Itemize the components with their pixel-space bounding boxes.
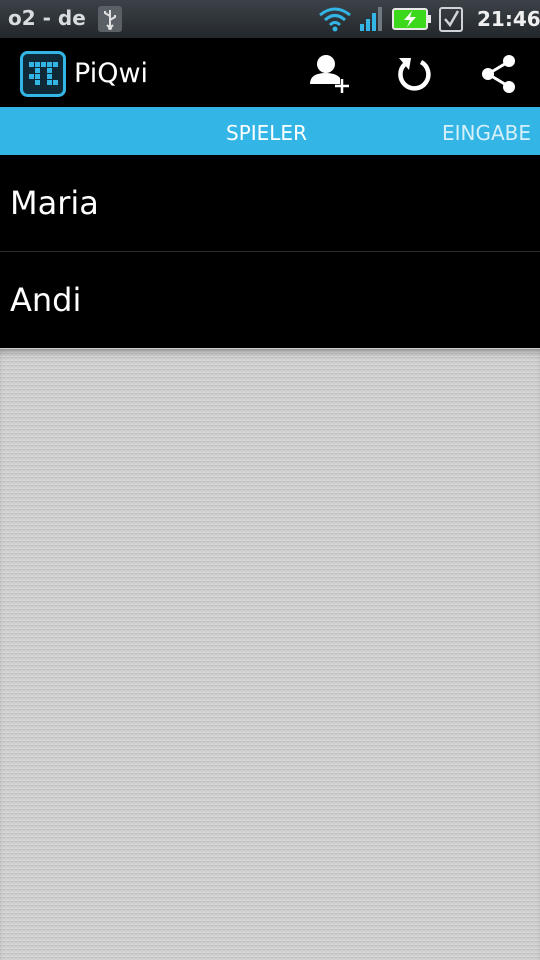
signal-icon <box>360 7 382 31</box>
player-name: Andi <box>10 281 82 319</box>
battery-charging-icon <box>392 8 431 30</box>
player-name: Maria <box>10 184 99 222</box>
usb-icon <box>98 6 122 32</box>
player-list: Maria Andi <box>0 155 540 348</box>
tab-eingabe[interactable]: EINGABE <box>442 121 531 145</box>
notification-check-icon <box>439 7 463 32</box>
share-icon[interactable] <box>476 52 522 96</box>
status-bar: o2 - de 21:46 <box>0 0 540 38</box>
app-title: PiQwi <box>74 58 149 89</box>
wifi-icon <box>319 7 351 32</box>
clock: 21:46 <box>477 7 540 31</box>
carrier-label: o2 - de <box>8 6 86 30</box>
empty-background <box>0 349 540 960</box>
app-logo-icon[interactable] <box>20 51 66 97</box>
tab-bar: SPIELER EINGABE <box>0 107 540 155</box>
player-row-maria[interactable]: Maria <box>0 155 540 252</box>
refresh-icon[interactable] <box>391 52 437 96</box>
add-player-icon[interactable] <box>306 52 352 96</box>
player-row-andi[interactable]: Andi <box>0 252 540 348</box>
tab-spieler[interactable]: SPIELER <box>226 121 307 145</box>
action-bar: PiQwi <box>0 38 540 107</box>
